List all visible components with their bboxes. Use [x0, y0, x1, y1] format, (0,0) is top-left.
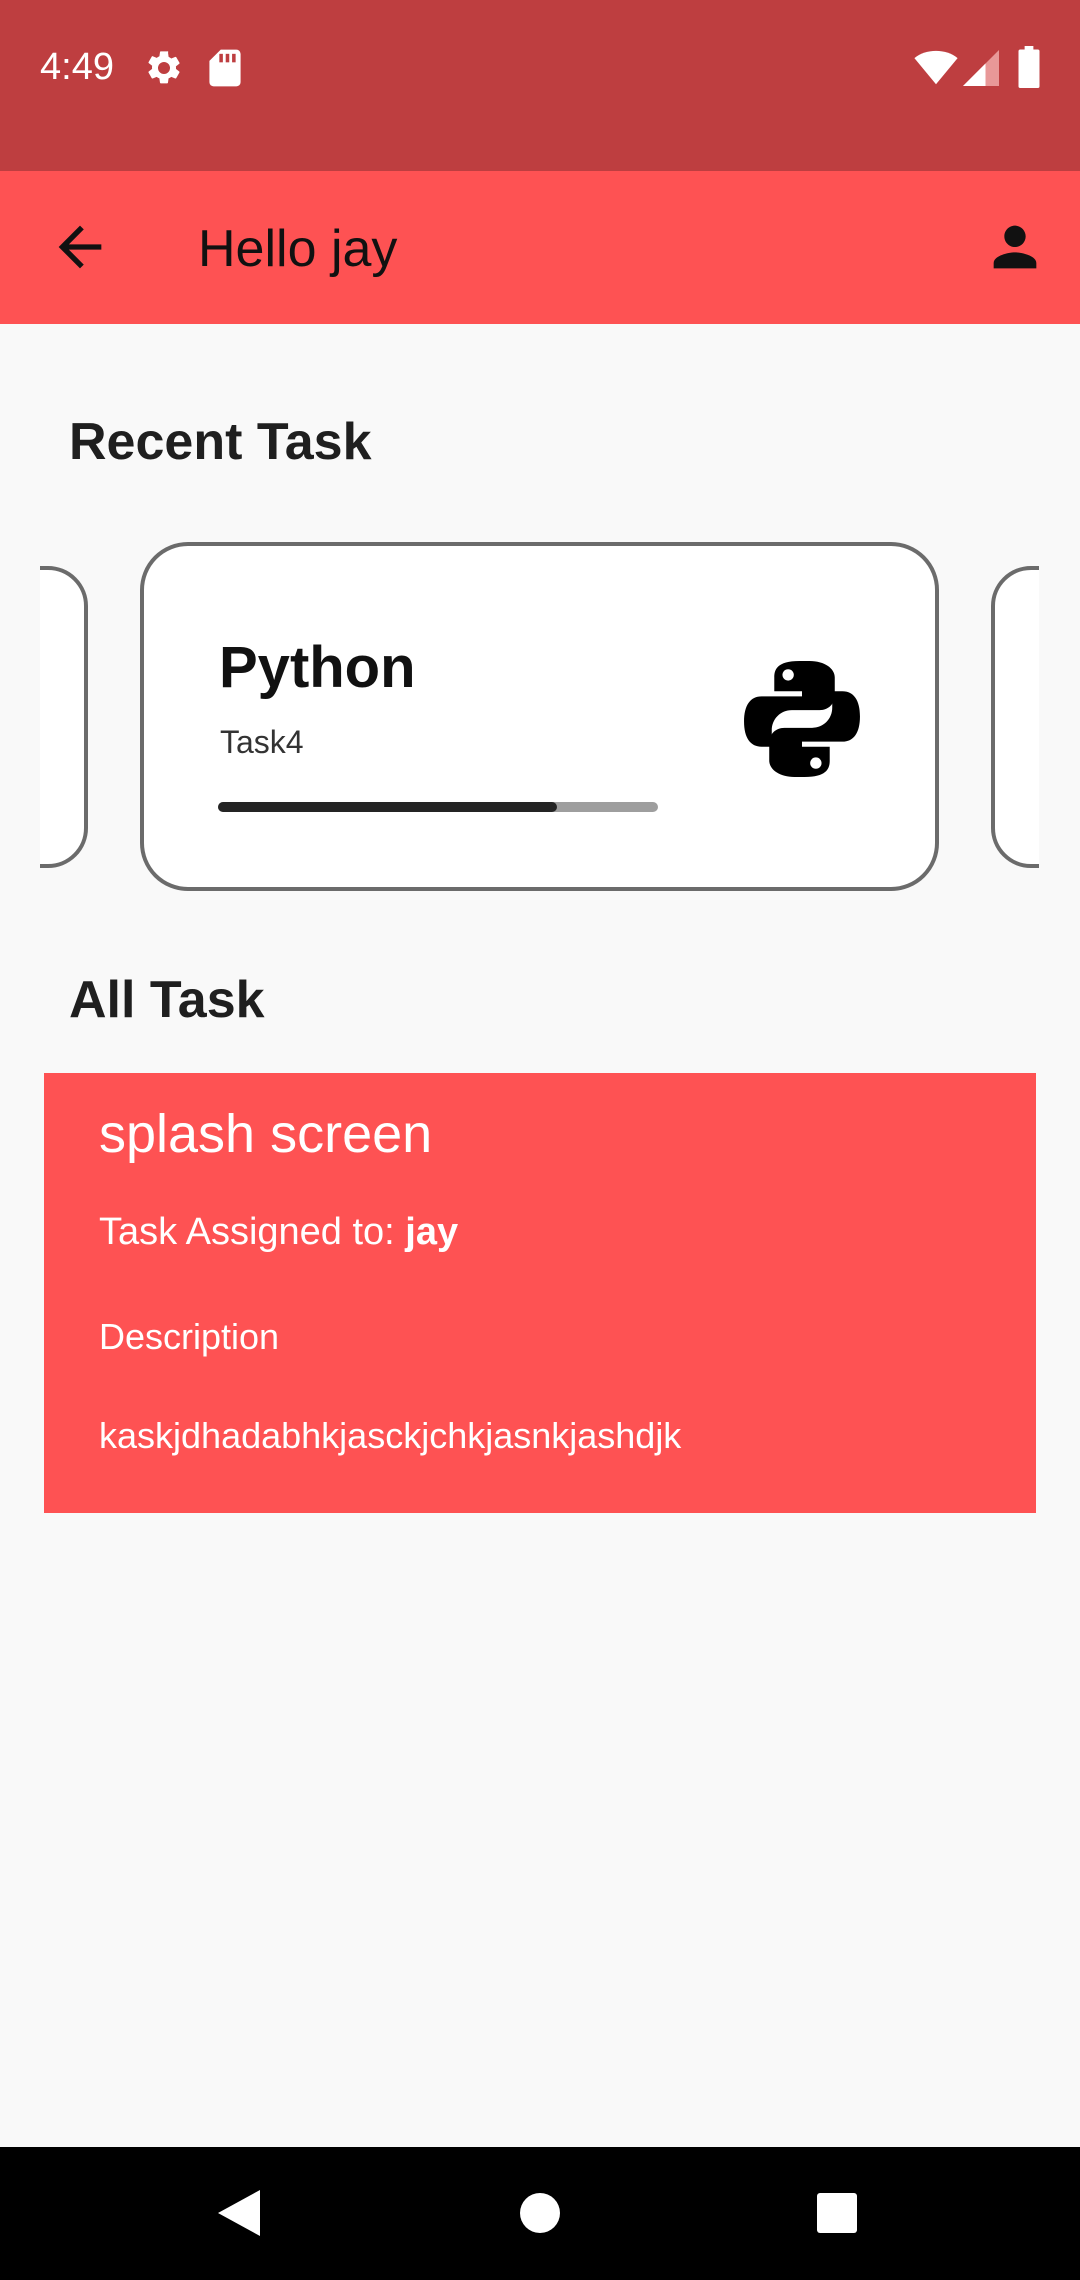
status-time: 4:49 [40, 46, 114, 88]
person-icon[interactable] [978, 215, 1052, 279]
recents-square-icon[interactable] [817, 2193, 857, 2233]
task-description-label: Description [99, 1316, 280, 1357]
carousel-edge-mask [1039, 560, 1080, 880]
status-bar: 4:49 [0, 0, 1080, 171]
task-progress-bar [218, 802, 658, 812]
recent-task-title: Python [219, 635, 416, 700]
back-triangle-icon[interactable] [218, 2190, 260, 2236]
arrow-back-icon[interactable] [48, 215, 112, 279]
task-title: splash screen [99, 1104, 433, 1164]
task-card[interactable]: splash screen Task Assigned to: jay Desc… [44, 1073, 1036, 1513]
app-bar: Hello jay [0, 171, 1080, 324]
system-nav-bar [0, 2147, 1080, 2280]
recent-task-subtitle: Task4 [220, 724, 304, 760]
task-progress-fill [218, 802, 557, 812]
all-task-heading: All Task [69, 971, 265, 1029]
home-circle-icon[interactable] [520, 2193, 560, 2233]
python-logo-icon [744, 661, 860, 777]
signal-icon [963, 50, 999, 86]
gear-icon [148, 51, 180, 84]
task-assigned-label: Task Assigned to: [99, 1211, 406, 1253]
task-assigned-line: Task Assigned to: jay [99, 1211, 458, 1254]
task-assignee: jay [405, 1211, 459, 1253]
page-title: Hello jay [198, 220, 398, 278]
carousel-edge-mask-left [0, 560, 40, 880]
wifi-icon [914, 50, 958, 85]
sd-card-icon [209, 49, 241, 87]
recent-task-heading: Recent Task [69, 413, 372, 471]
recent-task-card[interactable]: Python Task4 [140, 542, 939, 891]
task-description: kaskjdhadabhkjasckjchkjasnkjashdjk [99, 1415, 682, 1456]
battery-icon [1018, 46, 1040, 88]
